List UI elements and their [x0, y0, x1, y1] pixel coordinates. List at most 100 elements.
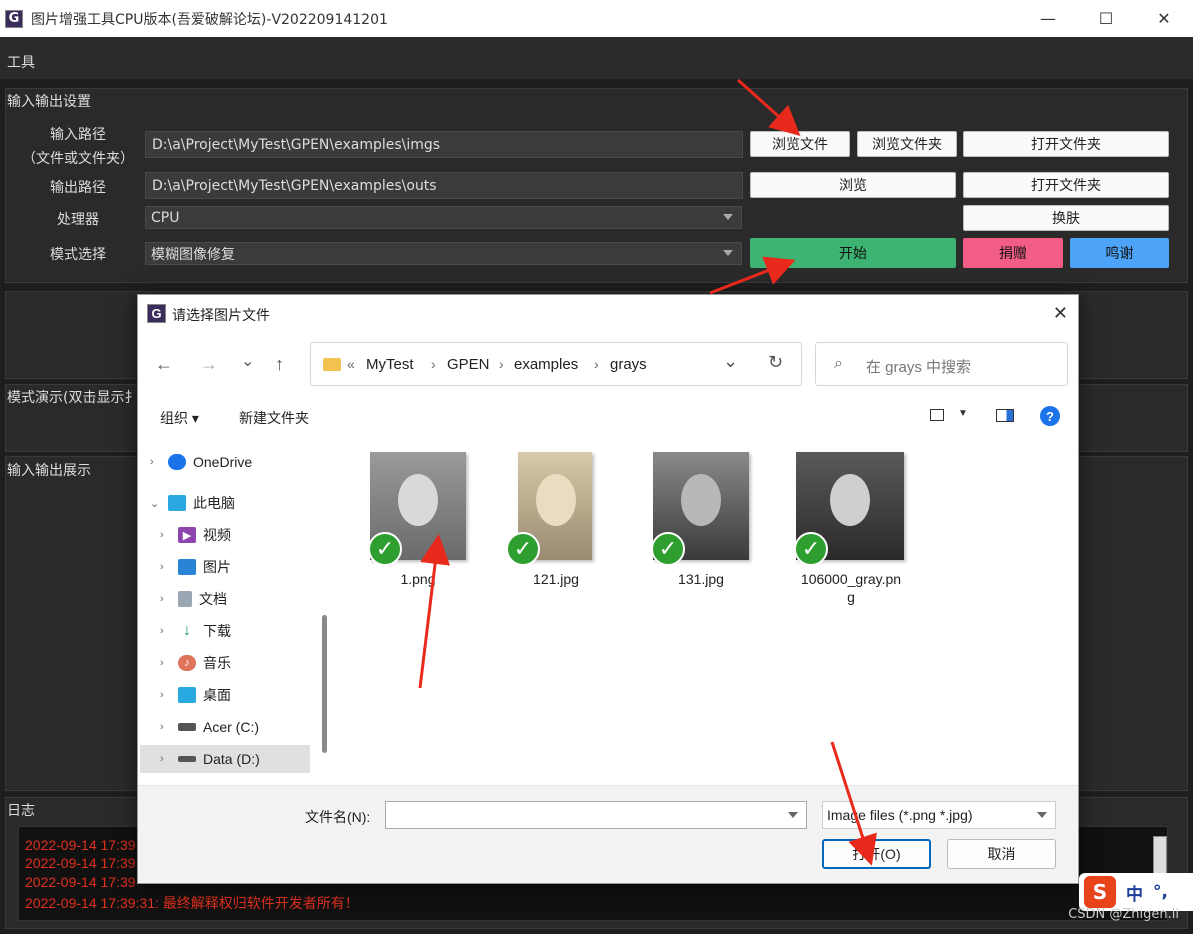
maximize-icon[interactable]: ☐ — [1077, 0, 1135, 37]
start-button[interactable]: 开始 — [750, 238, 956, 268]
chevron-down-icon[interactable]: ▼ — [958, 408, 968, 419]
search-icon: ⌕ — [834, 355, 843, 372]
ime-punctuation[interactable]: °, — [1153, 882, 1168, 902]
sidebar-item-videos[interactable]: › ▶ 视频 — [148, 521, 320, 549]
organize-menu[interactable]: 组织 ▾ — [160, 408, 199, 428]
watermark: CSDN @Zhigen.li — [1068, 907, 1179, 922]
breadcrumb-grays[interactable]: grays — [610, 356, 647, 373]
file-item[interactable]: ✓ 106000_gray.pn g — [794, 452, 904, 605]
log-line: 2022-09-14 17:39 — [25, 837, 136, 853]
recent-locations-icon[interactable]: ⌄ — [241, 351, 254, 371]
file-item[interactable]: ✓ 1.png — [368, 452, 466, 587]
menu-tools[interactable]: 工具 — [7, 52, 35, 72]
close-icon[interactable]: ✕ — [1053, 303, 1068, 324]
browse-file-button[interactable]: 浏览文件 — [750, 131, 850, 157]
filename-label: 文件名(N): — [305, 809, 371, 825]
sidebar-item-label: 桌面 — [203, 687, 231, 703]
minimize-icon[interactable]: — — [1019, 0, 1077, 37]
breadcrumb-gpen[interactable]: GPEN — [447, 356, 490, 373]
refresh-icon[interactable]: ↻ — [768, 352, 783, 373]
breadcrumb-examples[interactable]: examples — [514, 356, 578, 373]
drive-icon — [178, 756, 196, 762]
file-item[interactable]: ✓ 121.jpg — [506, 452, 592, 587]
demo-title: 模式演示(双击显示扌 — [7, 390, 139, 406]
thanks-button[interactable]: 鸣谢 — [1070, 238, 1169, 268]
file-list: ✓ 1.png ✓ 121.jpg ✓ 131.jpg ✓ 106000_gra… — [332, 436, 1078, 784]
file-type-select[interactable]: Image files (*.png *.jpg) — [822, 801, 1056, 829]
file-name: 1.png — [400, 571, 436, 587]
preview-pane-icon[interactable] — [996, 409, 1014, 422]
chevron-right-icon: › — [150, 456, 154, 468]
sidebar-item-label: 文档 — [199, 591, 227, 607]
chevron-right-icon: › — [160, 561, 164, 573]
open-button[interactable]: 打开(O) — [822, 839, 931, 869]
title-bar: G 图片增强工具CPU版本(吾爱破解论坛)-V202209141201 — ☐ … — [0, 0, 1193, 37]
sidebar-item-onedrive[interactable]: › OneDrive — [148, 448, 320, 476]
search-box[interactable]: ⌕ 在 grays 中搜索 — [815, 342, 1068, 386]
breadcrumb-overflow-icon[interactable]: « — [347, 356, 355, 372]
input-path-label: 输入路径 — [50, 127, 106, 143]
view-mode-icon[interactable] — [930, 409, 944, 421]
ime-language[interactable]: 中 — [1126, 880, 1143, 905]
log-scrollbar[interactable] — [1153, 836, 1167, 874]
sidebar-item-label: 此电脑 — [193, 495, 235, 511]
folder-icon — [323, 358, 341, 371]
file-item[interactable]: ✓ 131.jpg — [651, 452, 749, 587]
chevron-right-icon: › — [160, 625, 164, 637]
donate-button[interactable]: 捐赠 — [963, 238, 1063, 268]
forward-icon[interactable]: → — [200, 354, 218, 375]
sidebar-item-documents[interactable]: › 文档 — [148, 585, 320, 613]
check-icon: ✓ — [368, 532, 402, 566]
sidebar-item-desktop[interactable]: › 桌面 — [148, 681, 320, 709]
sidebar-item-music[interactable]: › ♪ 音乐 — [148, 649, 320, 677]
chevron-down-icon — [1037, 812, 1047, 818]
file-name: 131.jpg — [678, 571, 724, 587]
desktop-icon — [178, 687, 196, 703]
up-icon[interactable]: ↑ — [275, 354, 284, 375]
mode-select[interactable]: 模糊图像修复 — [145, 242, 742, 265]
skin-button[interactable]: 换肤 — [963, 205, 1169, 231]
sidebar-item-downloads[interactable]: › ↓ 下载 — [148, 617, 320, 645]
chevron-down-icon: ⌄ — [150, 497, 160, 510]
address-dropdown-icon[interactable]: ⌄ — [723, 351, 738, 372]
chevron-down-icon — [723, 214, 733, 220]
documents-icon — [178, 591, 192, 607]
download-icon: ↓ — [183, 622, 191, 639]
music-icon: ♪ — [178, 655, 196, 671]
browse-output-button[interactable]: 浏览 — [750, 172, 956, 198]
input-path-field[interactable]: D:\a\Project\MyTest\GPEN\examples\imgs — [145, 131, 743, 158]
sidebar-item-label: OneDrive — [193, 454, 253, 470]
sidebar-item-drive-c[interactable]: › Acer (C:) — [148, 713, 320, 741]
output-path-field[interactable]: D:\a\Project\MyTest\GPEN\examples\outs — [145, 172, 743, 199]
sogou-logo-icon: S — [1084, 876, 1116, 908]
cancel-button[interactable]: 取消 — [947, 839, 1056, 869]
chevron-right-icon: › — [160, 689, 164, 701]
open-input-folder-button[interactable]: 打开文件夹 — [963, 131, 1169, 157]
ime-toolbar[interactable]: S 中 °, — [1079, 873, 1193, 911]
chevron-down-icon[interactable] — [788, 812, 798, 818]
back-icon[interactable]: ← — [155, 354, 173, 375]
address-bar[interactable]: « MyTest › GPEN › examples › grays ⌄ ↻ — [310, 342, 802, 386]
processor-select[interactable]: CPU — [145, 206, 742, 229]
sidebar-scrollbar[interactable] — [322, 615, 327, 753]
new-folder-button[interactable]: 新建文件夹 — [239, 408, 309, 428]
breadcrumb-separator: › — [499, 356, 504, 372]
browse-folder-button[interactable]: 浏览文件夹 — [857, 131, 957, 157]
help-icon[interactable]: ? — [1040, 406, 1060, 426]
sidebar-item-pictures[interactable]: › 图片 — [148, 553, 320, 581]
breadcrumb-mytest[interactable]: MyTest — [366, 356, 414, 373]
output-path-label: 输出路径 — [50, 180, 106, 196]
menu-bar: 工具 — [0, 37, 1193, 79]
window-title: 图片增强工具CPU版本(吾爱破解论坛)-V202209141201 — [31, 11, 388, 28]
io-display-title: 输入输出展示 — [7, 463, 91, 479]
close-icon[interactable]: ✕ — [1135, 0, 1193, 37]
chevron-right-icon: › — [160, 529, 164, 541]
sidebar-item-drive-d[interactable]: › Data (D:) — [140, 745, 310, 773]
dialog-logo-icon: G — [147, 304, 166, 323]
dialog-title: 请选择图片文件 — [172, 307, 270, 323]
filename-input[interactable] — [385, 801, 807, 829]
sidebar-item-label: 音乐 — [203, 655, 231, 671]
log-title: 日志 — [7, 803, 35, 819]
open-output-folder-button[interactable]: 打开文件夹 — [963, 172, 1169, 198]
sidebar-item-this-pc[interactable]: ⌄ 此电脑 — [148, 489, 320, 517]
